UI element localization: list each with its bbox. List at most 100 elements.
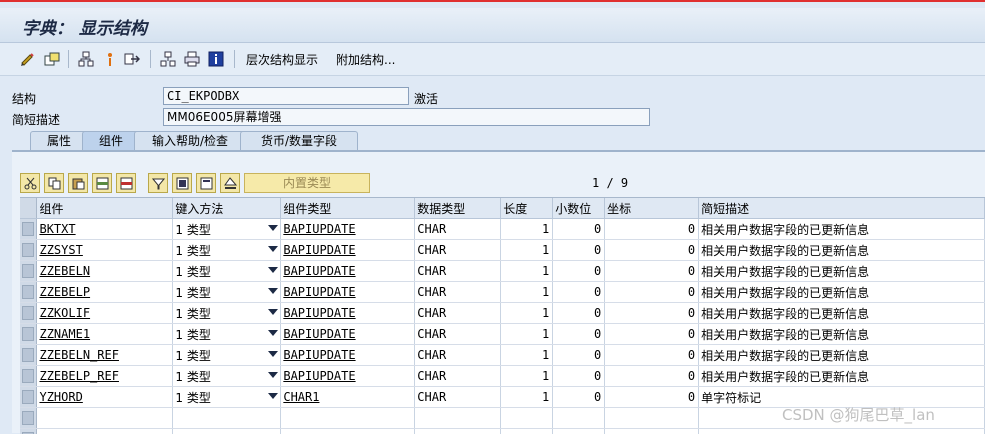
copy-icon[interactable] — [44, 173, 64, 193]
chevron-down-icon[interactable] — [268, 246, 278, 252]
typing-method-dropdown[interactable]: 1 类型 — [173, 324, 281, 345]
tab-input-help-check[interactable]: 输入帮助/检查 — [134, 131, 246, 150]
component-type-cell[interactable]: BAPIUPDATE — [281, 219, 415, 240]
chevron-down-icon[interactable] — [268, 351, 278, 357]
filter-icon[interactable] — [148, 173, 168, 193]
paste-icon[interactable] — [68, 173, 88, 193]
component-name-cell[interactable]: ZZEBELN_REF — [37, 345, 173, 366]
info-box-icon[interactable] — [208, 51, 224, 67]
tab-components[interactable]: 组件 — [82, 131, 140, 150]
typing-method-dropdown[interactable]: 1 类型 — [173, 366, 281, 387]
where-used-icon[interactable] — [78, 51, 94, 67]
row-selector[interactable] — [20, 345, 37, 366]
row-selector-button[interactable] — [22, 264, 34, 278]
row-selector[interactable] — [20, 429, 37, 434]
select-all-rows-corner[interactable] — [20, 198, 37, 219]
row-selector-button[interactable] — [22, 390, 34, 404]
column-header-typing-method[interactable]: 键入方法 — [173, 198, 281, 219]
chevron-down-icon[interactable] — [268, 330, 278, 336]
component-type-cell[interactable] — [281, 408, 415, 429]
typing-method-dropdown[interactable]: 1 类型 — [173, 261, 281, 282]
select-all-icon[interactable] — [172, 173, 192, 193]
component-name-cell[interactable]: ZZEBELN — [37, 261, 173, 282]
hierarchy-display-button[interactable]: 层次结构显示 — [246, 51, 318, 68]
component-type-cell[interactable]: BAPIUPDATE — [281, 282, 415, 303]
typing-method-dropdown[interactable]: 1 类型 — [173, 345, 281, 366]
deselect-all-icon[interactable] — [196, 173, 216, 193]
component-type-cell[interactable] — [281, 429, 415, 434]
row-selector[interactable] — [20, 366, 37, 387]
table-row[interactable]: BKTXT1 类型BAPIUPDATECHAR100相关用户数据字段的已更新信息 — [20, 219, 985, 240]
chevron-down-icon[interactable] — [268, 225, 278, 231]
component-name-cell[interactable]: ZZEBELP_REF — [37, 366, 173, 387]
row-selector[interactable] — [20, 324, 37, 345]
table-row[interactable]: ZZEBELP1 类型BAPIUPDATECHAR100相关用户数据字段的已更新… — [20, 282, 985, 303]
row-selector-button[interactable] — [22, 411, 34, 425]
row-selector[interactable] — [20, 219, 37, 240]
row-selector-button[interactable] — [22, 222, 34, 236]
component-name-cell[interactable]: ZZNAME1 — [37, 324, 173, 345]
component-name-cell[interactable]: ZZSYST — [37, 240, 173, 261]
info-icon[interactable] — [102, 51, 118, 67]
component-type-cell[interactable]: CHAR1 — [281, 387, 415, 408]
component-name-cell[interactable]: ZZEBELP — [37, 282, 173, 303]
tab-attributes[interactable]: 属性 — [30, 131, 88, 150]
table-row[interactable] — [20, 429, 985, 434]
row-selector[interactable] — [20, 303, 37, 324]
navigate-icon[interactable] — [124, 51, 140, 67]
print-icon[interactable] — [184, 51, 200, 67]
typing-method-dropdown[interactable] — [173, 429, 281, 434]
pencil-icon[interactable] — [20, 51, 36, 67]
short-description-field[interactable]: MM06E005屏幕增强 — [163, 108, 650, 126]
row-selector[interactable] — [20, 261, 37, 282]
column-header-decimals[interactable]: 小数位 — [553, 198, 605, 219]
column-header-component[interactable]: 组件 — [37, 198, 173, 219]
column-header-coordinate[interactable]: 坐标 — [605, 198, 699, 219]
tab-currency-quantity-fields[interactable]: 货币/数量字段 — [240, 131, 358, 150]
sort-up-icon[interactable] — [220, 173, 240, 193]
structure-name-field[interactable]: CI_EKPODBX — [163, 87, 409, 105]
table-row[interactable]: ZZEBELN_REF1 类型BAPIUPDATECHAR100相关用户数据字段… — [20, 345, 985, 366]
table-row[interactable]: ZZEBELN1 类型BAPIUPDATECHAR100相关用户数据字段的已更新… — [20, 261, 985, 282]
component-name-cell[interactable]: YZHORD — [37, 387, 173, 408]
chevron-down-icon[interactable] — [268, 288, 278, 294]
row-selector-button[interactable] — [22, 327, 34, 341]
hierarchy-icon[interactable] — [160, 51, 176, 67]
typing-method-dropdown[interactable]: 1 类型 — [173, 240, 281, 261]
component-name-cell[interactable]: ZZKOLIF — [37, 303, 173, 324]
row-selector-button[interactable] — [22, 369, 34, 383]
insert-row-icon[interactable] — [92, 173, 112, 193]
component-type-cell[interactable]: BAPIUPDATE — [281, 324, 415, 345]
component-type-cell[interactable]: BAPIUPDATE — [281, 240, 415, 261]
component-name-cell[interactable] — [37, 408, 173, 429]
column-header-component-type[interactable]: 组件类型 — [281, 198, 415, 219]
chevron-down-icon[interactable] — [268, 309, 278, 315]
row-selector-button[interactable] — [22, 285, 34, 299]
delete-row-icon[interactable] — [116, 173, 136, 193]
component-type-cell[interactable]: BAPIUPDATE — [281, 366, 415, 387]
table-row[interactable]: ZZKOLIF1 类型BAPIUPDATECHAR100相关用户数据字段的已更新… — [20, 303, 985, 324]
other-object-icon[interactable] — [44, 51, 60, 67]
row-selector[interactable] — [20, 408, 37, 429]
row-selector[interactable] — [20, 240, 37, 261]
row-selector-button[interactable] — [22, 306, 34, 320]
component-type-cell[interactable]: BAPIUPDATE — [281, 303, 415, 324]
cut-icon[interactable] — [20, 173, 40, 193]
component-name-cell[interactable]: BKTXT — [37, 219, 173, 240]
chevron-down-icon[interactable] — [268, 372, 278, 378]
row-selector-button[interactable] — [22, 243, 34, 257]
component-name-cell[interactable] — [37, 429, 173, 434]
row-selector[interactable] — [20, 387, 37, 408]
typing-method-dropdown[interactable]: 1 类型 — [173, 219, 281, 240]
append-structure-button[interactable]: 附加结构... — [336, 51, 395, 68]
typing-method-dropdown[interactable]: 1 类型 — [173, 387, 281, 408]
table-row[interactable]: ZZSYST1 类型BAPIUPDATECHAR100相关用户数据字段的已更新信… — [20, 240, 985, 261]
row-selector-button[interactable] — [22, 348, 34, 362]
typing-method-dropdown[interactable]: 1 类型 — [173, 303, 281, 324]
row-selector[interactable] — [20, 282, 37, 303]
builtin-type-button[interactable]: 内置类型 — [244, 173, 370, 193]
chevron-down-icon[interactable] — [268, 267, 278, 273]
component-type-cell[interactable]: BAPIUPDATE — [281, 261, 415, 282]
column-header-short-description[interactable]: 简短描述 — [699, 198, 985, 219]
typing-method-dropdown[interactable]: 1 类型 — [173, 282, 281, 303]
